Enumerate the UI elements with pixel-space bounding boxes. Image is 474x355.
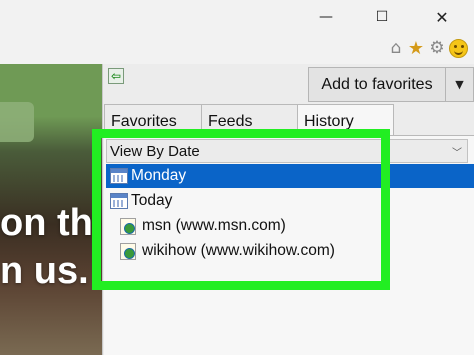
maximize-button[interactable]: ☐ <box>371 6 393 28</box>
gear-icon[interactable]: ⚙ <box>427 38 447 58</box>
tab-history[interactable]: History <box>297 104 394 136</box>
close-button[interactable]: ✕ <box>431 6 453 28</box>
history-item-monday[interactable]: Monday <box>106 164 474 188</box>
history-item-today[interactable]: Today <box>106 189 386 213</box>
pin-panel-arrow-icon[interactable]: ⇦ <box>108 68 124 84</box>
smiley-feedback-icon[interactable] <box>449 39 468 58</box>
history-item-label: wikihow (www.wikihow.com) <box>142 242 335 259</box>
history-item-wikihow[interactable]: wikihow (www.wikihow.com) <box>118 239 388 263</box>
history-item-label: msn (www.msn.com) <box>142 217 286 234</box>
add-to-favorites-dropdown-button[interactable]: ▼ <box>446 67 474 102</box>
background-webpage: on th n us. <box>0 64 102 355</box>
history-item-label: Today <box>131 192 173 209</box>
add-to-favorites-button[interactable]: Add to favorites <box>308 67 446 102</box>
favorites-star-icon[interactable]: ★ <box>406 38 426 59</box>
home-icon[interactable]: ⌂ <box>386 38 406 58</box>
webpage-heading-line-2: n us. <box>0 250 89 292</box>
minimize-button[interactable]: — <box>315 6 337 28</box>
webpage-icon <box>120 217 136 235</box>
chevron-down-icon[interactable]: ﹀ <box>448 142 466 160</box>
webpage-icon <box>120 242 136 260</box>
window-title-bar <box>0 0 474 34</box>
view-by-select[interactable]: View By Date <box>106 139 468 163</box>
webpage-card <box>0 102 34 142</box>
tab-feeds[interactable]: Feeds <box>201 104 298 135</box>
calendar-icon <box>110 168 128 184</box>
history-item-msn[interactable]: msn (www.msn.com) <box>118 214 388 238</box>
webpage-heading-line-1: on th <box>0 202 93 244</box>
tab-favorites[interactable]: Favorites <box>104 104 202 135</box>
calendar-icon <box>110 193 128 209</box>
history-item-label: Monday <box>131 167 187 184</box>
